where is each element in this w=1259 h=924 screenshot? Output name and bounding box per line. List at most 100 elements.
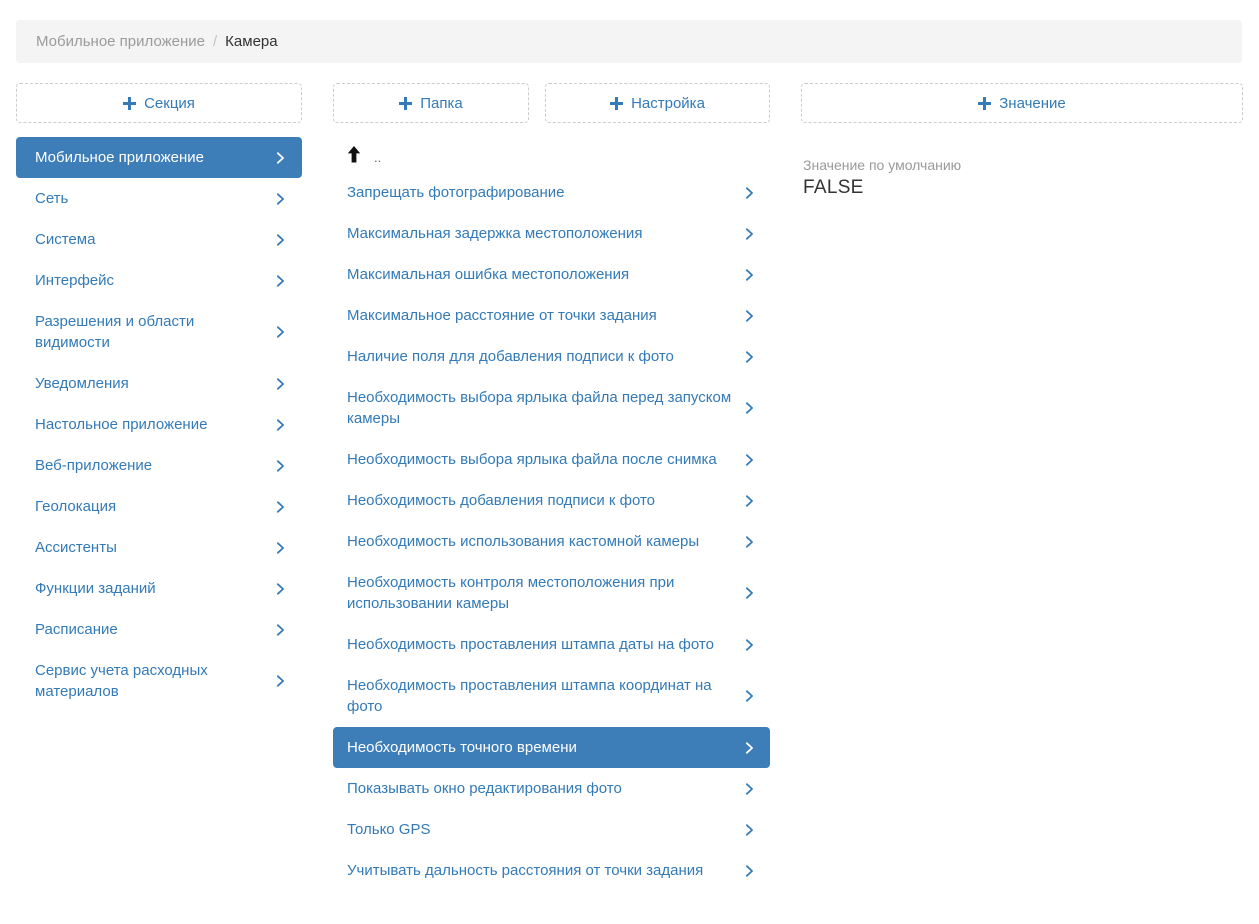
sidebar-item-section[interactable]: Функции заданий	[16, 568, 302, 609]
sidebar-item-section[interactable]: Ассистенты	[16, 527, 302, 568]
setting-item-label: Необходимость добавления подписи к фото	[347, 490, 732, 511]
settings-list: Запрещать фотографирование Максимальная …	[333, 172, 770, 891]
settings-list-item[interactable]: Наличие поля для добавления подписи к фо…	[333, 336, 770, 377]
chevron-right-icon	[273, 459, 287, 473]
default-value-block: Значение по умолчанию FALSE	[801, 156, 1243, 201]
sidebar-item-section[interactable]: Расписание	[16, 609, 302, 650]
chevron-right-icon	[273, 377, 287, 391]
chevron-right-icon	[273, 500, 287, 514]
section-item-label: Сеть	[35, 188, 263, 209]
sidebar-item-section[interactable]: Интерфейс	[16, 260, 302, 301]
chevron-right-icon	[273, 418, 287, 432]
settings-list-item[interactable]: Максимальная задержка местоположения	[333, 213, 770, 254]
chevron-right-icon	[273, 192, 287, 206]
settings-column: Папка Настройка .. Запрещать фотографиро…	[333, 83, 770, 891]
settings-list-item[interactable]: Необходимость точного времени	[333, 727, 770, 768]
values-column: Значение Значение по умолчанию FALSE	[801, 83, 1243, 201]
breadcrumb-parent-link[interactable]: Мобильное приложение	[36, 33, 205, 50]
settings-list-item[interactable]: Необходимость выбора ярлыка файла перед …	[333, 377, 770, 439]
settings-list-item[interactable]: Только GPS	[333, 809, 770, 850]
setting-item-label: Наличие поля для добавления подписи к фо…	[347, 346, 732, 367]
chevron-right-icon	[273, 623, 287, 637]
section-item-label: Сервис учета расходных материалов	[35, 660, 263, 702]
section-item-label: Разрешения и области видимости	[35, 311, 263, 353]
chevron-right-icon	[273, 151, 287, 165]
plus-icon	[978, 97, 991, 110]
chevron-right-icon	[742, 350, 756, 364]
section-item-label: Геолокация	[35, 496, 263, 517]
chevron-right-icon	[273, 274, 287, 288]
sidebar-item-section[interactable]: Настольное приложение	[16, 404, 302, 445]
sections-list: Мобильное приложение Сеть Система Интерф…	[16, 137, 302, 712]
section-item-label: Настольное приложение	[35, 414, 263, 435]
setting-item-label: Необходимость выбора ярлыка файла перед …	[347, 387, 732, 429]
sidebar-item-section[interactable]: Сеть	[16, 178, 302, 219]
chevron-right-icon	[742, 586, 756, 600]
setting-item-label: Необходимость проставления штампа даты н…	[347, 634, 732, 655]
sidebar-item-section[interactable]: Разрешения и области видимости	[16, 301, 302, 363]
plus-icon	[610, 97, 623, 110]
sidebar-item-section[interactable]: Веб-приложение	[16, 445, 302, 486]
chevron-right-icon	[273, 674, 287, 688]
section-item-label: Система	[35, 229, 263, 250]
add-value-button[interactable]: Значение	[801, 83, 1243, 123]
chevron-right-icon	[742, 823, 756, 837]
default-value: FALSE	[803, 176, 1243, 201]
sidebar-item-section[interactable]: Геолокация	[16, 486, 302, 527]
chevron-right-icon	[742, 494, 756, 508]
sidebar-item-section[interactable]: Система	[16, 219, 302, 260]
settings-list-item[interactable]: Необходимость добавления подписи к фото	[333, 480, 770, 521]
chevron-right-icon	[742, 638, 756, 652]
settings-list-item[interactable]: Максимальное расстояние от точки задания	[333, 295, 770, 336]
settings-list-item[interactable]: Необходимость контроля местоположения пр…	[333, 562, 770, 624]
setting-item-label: Запрещать фотографирование	[347, 182, 732, 203]
chevron-right-icon	[742, 453, 756, 467]
chevron-right-icon	[742, 227, 756, 241]
chevron-right-icon	[742, 268, 756, 282]
add-section-button[interactable]: Секция	[16, 83, 302, 123]
setting-item-label: Максимальная задержка местоположения	[347, 223, 732, 244]
go-up-folder[interactable]: ..	[333, 137, 770, 172]
section-item-label: Интерфейс	[35, 270, 263, 291]
plus-icon	[399, 97, 412, 110]
breadcrumb-current: Камера	[225, 33, 277, 50]
setting-item-label: Необходимость точного времени	[347, 737, 732, 758]
sections-column: Секция Мобильное приложение Сеть Система…	[16, 83, 302, 712]
setting-item-label: Максимальная ошибка местоположения	[347, 264, 732, 285]
settings-list-item[interactable]: Необходимость использования кастомной ка…	[333, 521, 770, 562]
settings-list-item[interactable]: Необходимость выбора ярлыка файла после …	[333, 439, 770, 480]
chevron-right-icon	[742, 782, 756, 796]
settings-list-item[interactable]: Показывать окно редактирования фото	[333, 768, 770, 809]
add-setting-button[interactable]: Настройка	[545, 83, 770, 123]
settings-list-item[interactable]: Необходимость проставления штампа коорди…	[333, 665, 770, 727]
chevron-right-icon	[273, 541, 287, 555]
section-item-label: Ассистенты	[35, 537, 263, 558]
arrow-up-icon	[347, 146, 361, 163]
add-value-label: Значение	[999, 95, 1066, 112]
sidebar-item-section[interactable]: Уведомления	[16, 363, 302, 404]
setting-item-label: Необходимость контроля местоположения пр…	[347, 572, 732, 614]
settings-list-item[interactable]: Необходимость проставления штампа даты н…	[333, 624, 770, 665]
setting-item-label: Показывать окно редактирования фото	[347, 778, 732, 799]
setting-item-label: Необходимость проставления штампа коорди…	[347, 675, 732, 717]
section-item-label: Уведомления	[35, 373, 263, 394]
settings-list-item[interactable]: Запрещать фотографирование	[333, 172, 770, 213]
chevron-right-icon	[742, 741, 756, 755]
settings-list-item[interactable]: Максимальная ошибка местоположения	[333, 254, 770, 295]
sidebar-item-section[interactable]: Мобильное приложение	[16, 137, 302, 178]
add-section-label: Секция	[144, 95, 195, 112]
chevron-right-icon	[273, 325, 287, 339]
breadcrumb: Мобильное приложение / Камера	[16, 20, 1242, 63]
chevron-right-icon	[742, 309, 756, 323]
section-item-label: Расписание	[35, 619, 263, 640]
section-item-label: Функции заданий	[35, 578, 263, 599]
plus-icon	[123, 97, 136, 110]
setting-item-label: Только GPS	[347, 819, 732, 840]
sidebar-item-section[interactable]: Сервис учета расходных материалов	[16, 650, 302, 712]
chevron-right-icon	[273, 233, 287, 247]
settings-list-item[interactable]: Учитывать дальность расстояния от точки …	[333, 850, 770, 891]
main-layout: Секция Мобильное приложение Сеть Система…	[0, 83, 1259, 921]
add-folder-button[interactable]: Папка	[333, 83, 529, 123]
add-setting-label: Настройка	[631, 95, 705, 112]
setting-item-label: Необходимость выбора ярлыка файла после …	[347, 449, 732, 470]
